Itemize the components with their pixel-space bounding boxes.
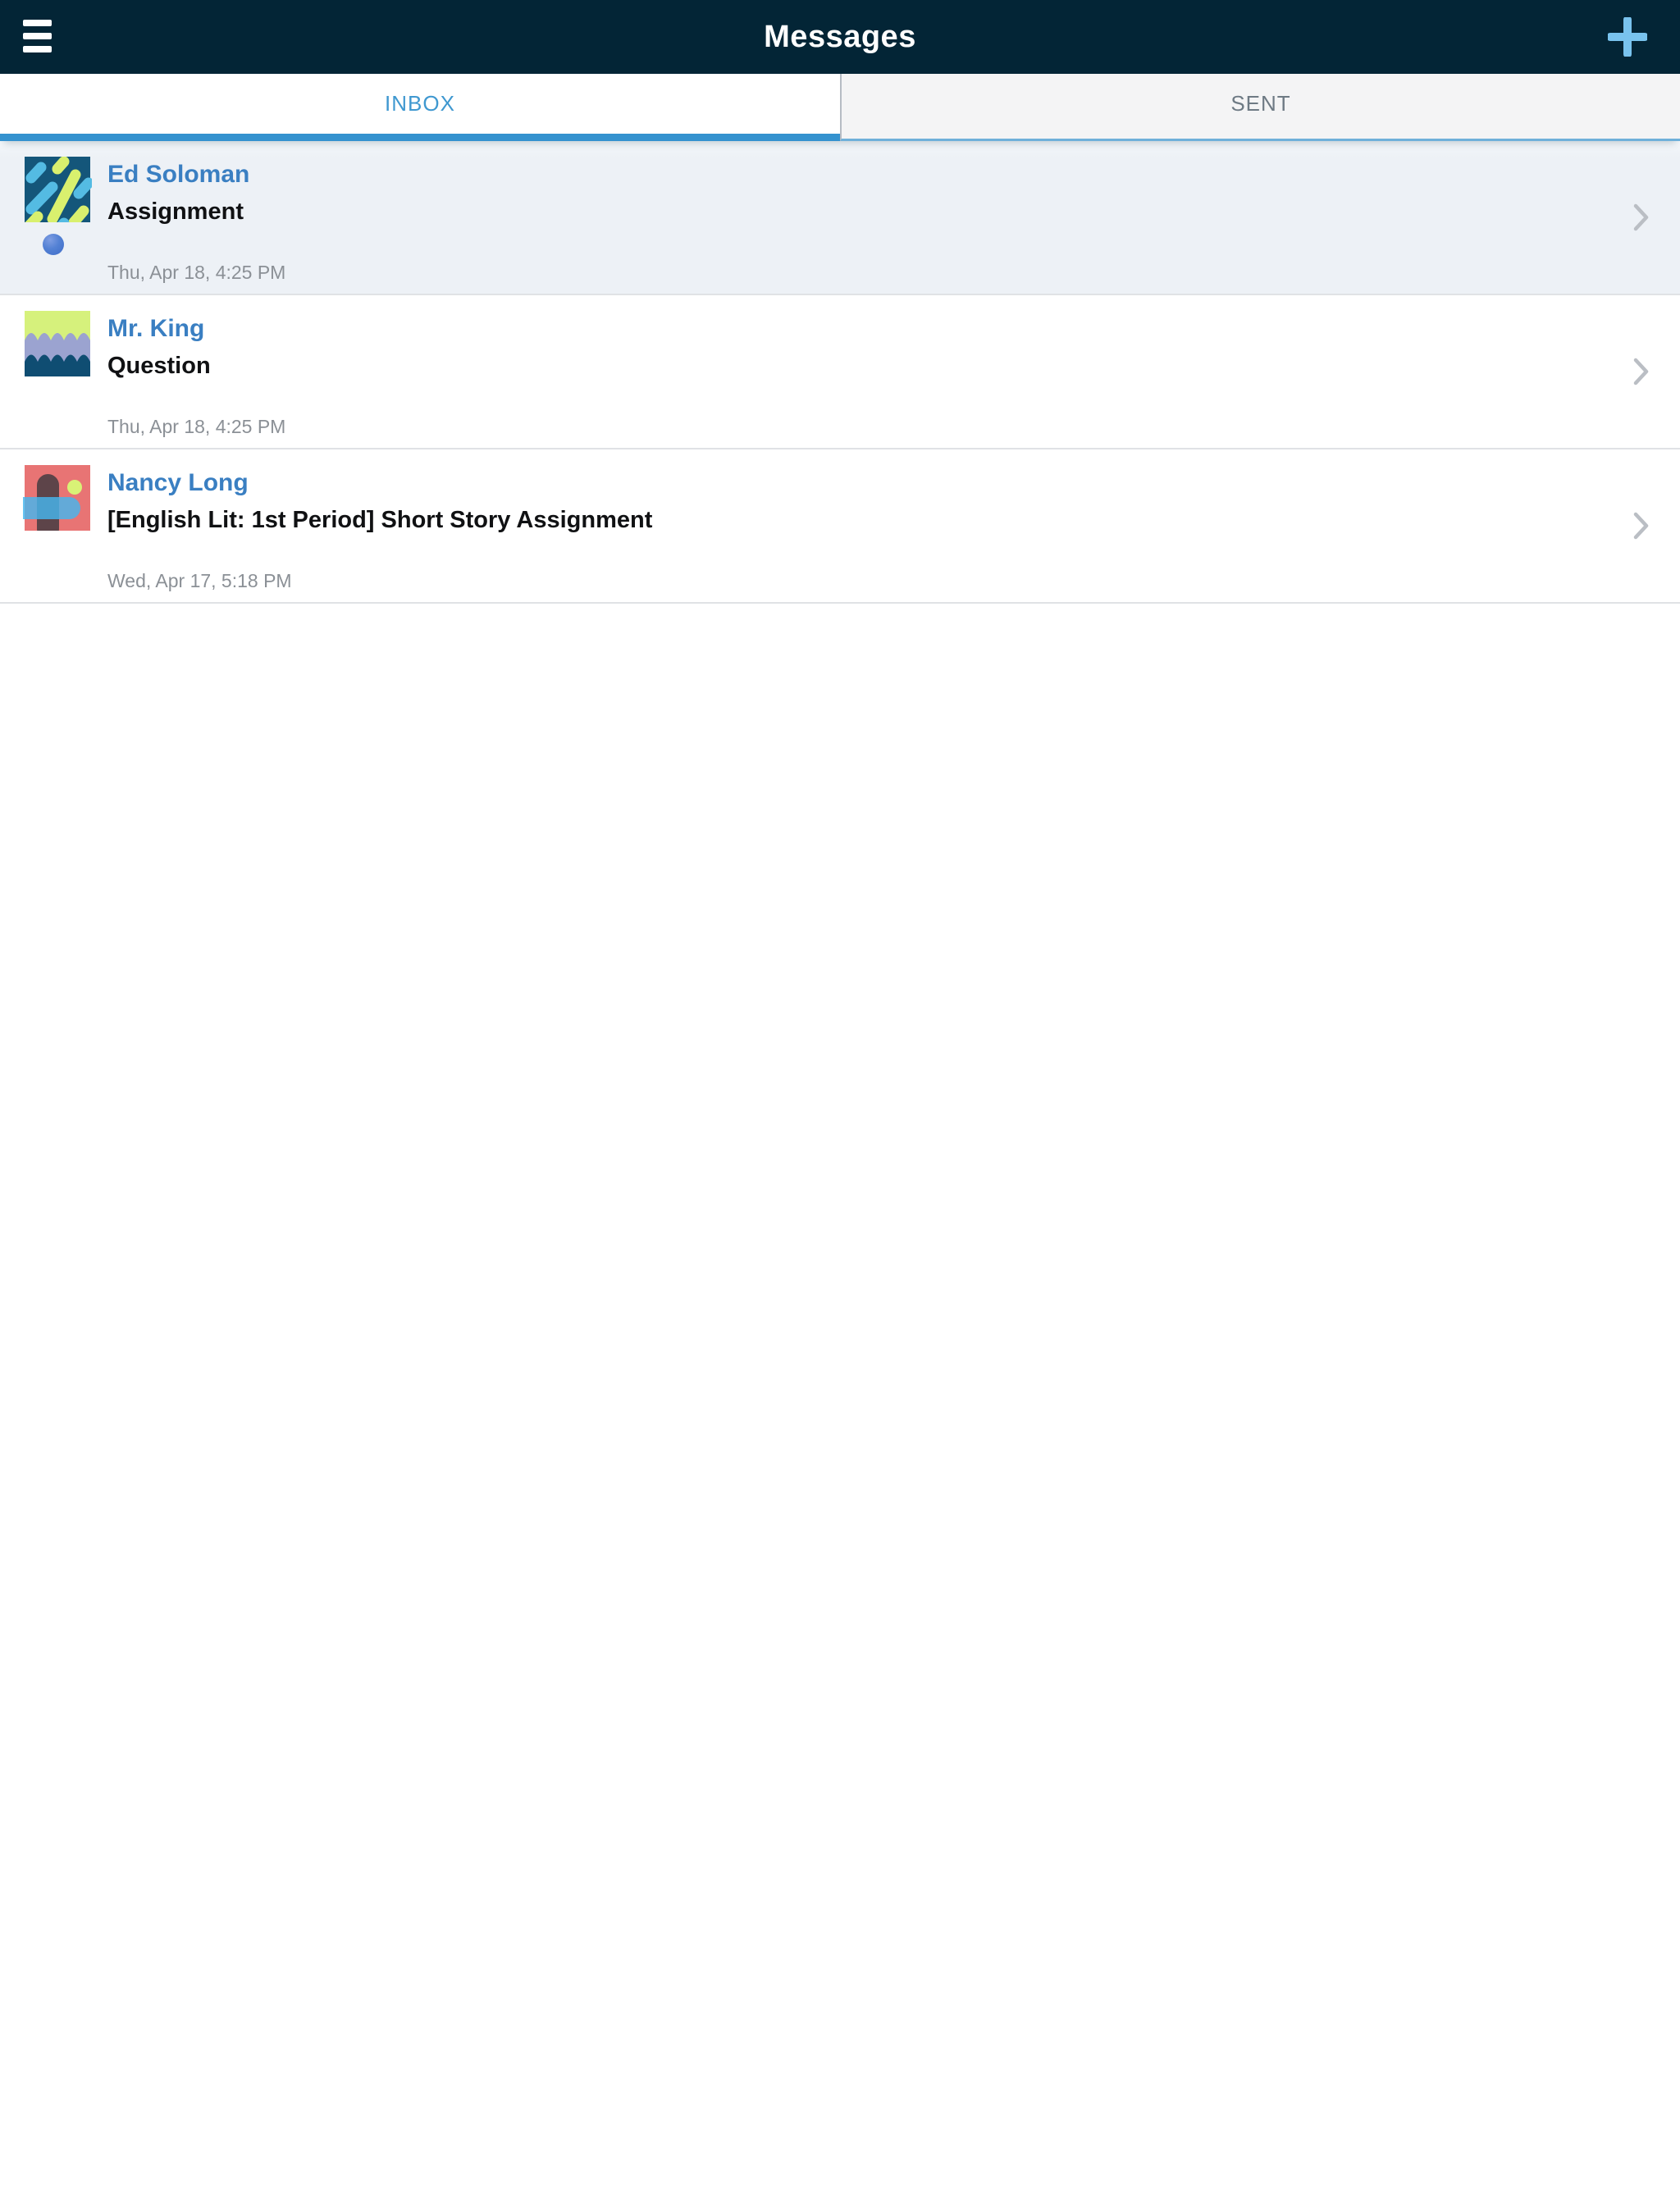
tab-sent[interactable]: SENT [840,74,1680,141]
message-list: Ed Soloman Assignment Thu, Apr 18, 4:25 … [0,141,1680,604]
shapes-avatar-icon [23,465,90,531]
avatar [23,465,92,531]
message-timestamp: Wed, Apr 17, 5:18 PM [107,570,292,591]
chevron-right-icon [1633,358,1649,385]
hamburger-icon [23,20,52,26]
sender-name: Ed Soloman [107,161,250,188]
unread-indicator [43,234,64,255]
waves-avatar-icon [25,311,90,376]
message-timestamp: Thu, Apr 18, 4:25 PM [107,416,286,437]
tab-inbox[interactable]: INBOX [0,74,840,141]
sender-name: Nancy Long [107,469,249,496]
plus-icon [1606,16,1649,58]
chevron-right-icon [1633,512,1649,540]
page-title: Messages [764,19,916,54]
tab-bar: INBOX SENT [0,74,1680,141]
hamburger-menu-button[interactable] [23,18,56,56]
message-timestamp: Thu, Apr 18, 4:25 PM [107,262,286,283]
avatar [23,311,92,376]
app-header: Messages [0,0,1680,74]
message-subject: Assignment [107,198,244,225]
compose-button[interactable] [1606,16,1649,58]
diagonal-stripes-avatar-icon [25,157,92,222]
sender-name: Mr. King [107,315,205,342]
message-row-mr-king[interactable]: Mr. King Question Thu, Apr 18, 4:25 PM [0,295,1680,449]
avatar [23,157,92,222]
message-row-ed-soloman[interactable]: Ed Soloman Assignment Thu, Apr 18, 4:25 … [0,141,1680,295]
message-subject: Question [107,353,211,379]
message-row-nancy-long[interactable]: Nancy Long [English Lit: 1st Period] Sho… [0,449,1680,604]
message-subject: [English Lit: 1st Period] Short Story As… [107,507,653,533]
chevron-right-icon [1633,203,1649,231]
